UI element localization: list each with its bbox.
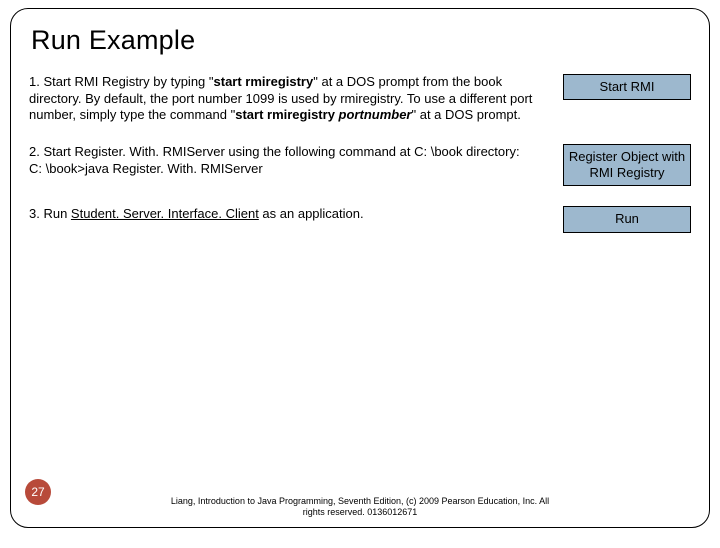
step-1-prefix: 1. Start RMI Registry by typing "	[29, 74, 214, 89]
footer-line1: Liang, Introduction to Java Programming,…	[11, 496, 709, 506]
footer-line2: rights reserved. 0136012671	[11, 507, 709, 517]
step-3-text: 3. Run Student. Server. Interface. Clien…	[29, 206, 563, 223]
step-1-bold2b: portnumber	[339, 107, 412, 122]
step-row-1: 1. Start RMI Registry by typing "start r…	[29, 74, 691, 124]
register-object-button[interactable]: Register Object with RMI Registry	[563, 144, 691, 187]
step-row-2: 2. Start Register. With. RMIServer using…	[29, 144, 691, 187]
slide-title: Run Example	[31, 25, 691, 56]
run-button[interactable]: Run	[563, 206, 691, 232]
step-1-suffix: " at a DOS prompt.	[412, 107, 521, 122]
step-row-3: 3. Run Student. Server. Interface. Clien…	[29, 206, 691, 232]
step-1-bold1: start rmiregistry	[214, 74, 314, 89]
start-rmi-button[interactable]: Start RMI	[563, 74, 691, 100]
footer-citation: Liang, Introduction to Java Programming,…	[11, 496, 709, 517]
step-3-underlined: Student. Server. Interface. Client	[71, 206, 259, 221]
step-2-text: 2. Start Register. With. RMIServer using…	[29, 144, 563, 177]
step-3-suffix: as an application.	[259, 206, 364, 221]
step-1-bold2a: start rmiregistry	[235, 107, 338, 122]
step-1-text: 1. Start RMI Registry by typing "start r…	[29, 74, 563, 124]
slide-frame: Run Example 1. Start RMI Registry by typ…	[10, 8, 710, 528]
step-3-prefix: 3. Run	[29, 206, 71, 221]
